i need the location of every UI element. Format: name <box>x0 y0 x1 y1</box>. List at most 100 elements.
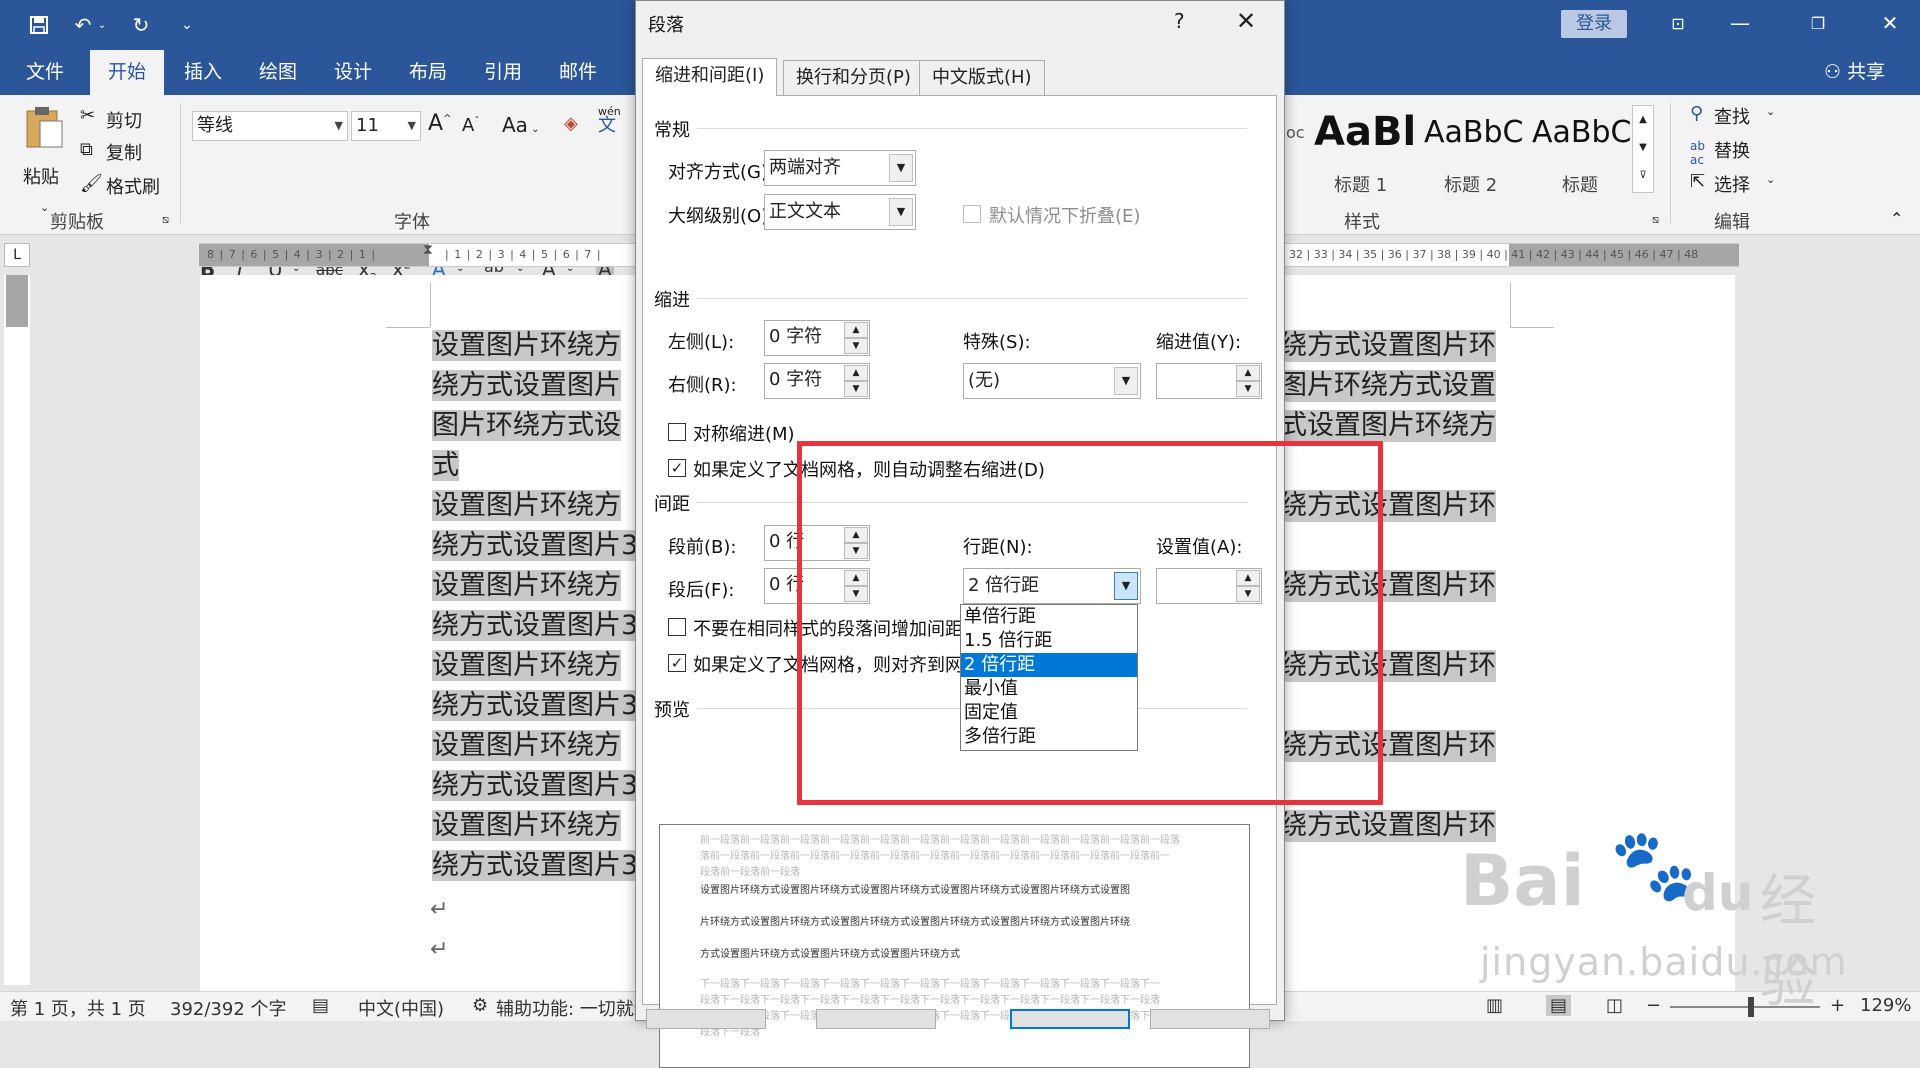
phonetic-guide-button[interactable]: wén 文 <box>598 105 621 135</box>
undo-dropdown-icon[interactable]: ⌄ <box>95 10 109 40</box>
tab-home[interactable]: 开始 <box>90 50 165 95</box>
style-heading2[interactable]: AaBbC 标题 2 <box>1420 109 1530 196</box>
tab-asian-typography[interactable]: 中文版式(H) <box>919 60 1045 96</box>
tab-indents-spacing[interactable]: 缩进和间距(I) <box>642 58 778 96</box>
scroll-down-icon[interactable]: ▼ <box>1633 134 1653 162</box>
spin-down-icon[interactable]: ▼ <box>844 338 868 354</box>
restore-icon[interactable]: ❐ <box>1788 0 1848 46</box>
paste-button[interactable]: 粘贴 <box>18 105 68 195</box>
document-line[interactable]: 绕方式设置图片3 <box>432 850 639 882</box>
page-count[interactable]: 第 1 页，共 1 页 <box>10 995 146 1021</box>
collapse-checkbox[interactable] <box>963 205 981 223</box>
document-line[interactable]: 图片环绕方式设 <box>432 410 621 442</box>
more-styles-icon[interactable]: ⊽ <box>1633 162 1653 190</box>
spin-down-icon[interactable]: ▼ <box>844 381 868 397</box>
outline-level-select[interactable]: 正文文本 ▼ <box>764 194 916 230</box>
change-case-button[interactable]: Aa ⌄ <box>502 113 540 137</box>
font-size-combo[interactable]: 11 ▼ <box>351 111 421 141</box>
document-line[interactable]: 设置图片环绕方 <box>432 570 621 602</box>
accessibility-status[interactable]: 辅助功能: 一切就绪 <box>496 995 636 1021</box>
spin-up-icon[interactable]: ▲ <box>844 365 868 381</box>
special-select[interactable]: (无) ▼ <box>963 363 1141 399</box>
ruler-marks-far-right: 32 | 33 | 34 | 35 | 36 | 37 | 38 | 39 | … <box>1289 248 1699 261</box>
style-heading1[interactable]: AaBl 标题 1 <box>1310 109 1416 196</box>
tab-insert[interactable]: 插入 <box>166 50 240 95</box>
document-line[interactable]: 设置图片环绕方 <box>432 810 621 842</box>
document-line[interactable]: 绕方式设置图片3 <box>432 690 639 722</box>
tab-selector[interactable]: L <box>4 243 30 267</box>
indent-by-input[interactable]: ▲ ▼ <box>1156 363 1262 399</box>
ribbon-display-icon[interactable]: ⊡ <box>1648 0 1708 46</box>
zoom-level[interactable]: 129% <box>1860 995 1911 1016</box>
zoom-slider-thumb[interactable] <box>1748 997 1754 1017</box>
vertical-ruler[interactable] <box>4 275 30 985</box>
read-mode-icon[interactable]: ▥ <box>1486 995 1503 1016</box>
document-line[interactable]: 绕方式设置图片 <box>432 370 621 402</box>
document-line[interactable]: 设置图片环绕方 <box>432 490 621 522</box>
grow-font-button[interactable]: A^ <box>428 111 451 136</box>
alignment-select[interactable]: 两端对齐 ▼ <box>764 150 916 186</box>
document-line[interactable]: 式 <box>432 450 459 482</box>
document-line-right[interactable]: 图片环绕方式设置 <box>1280 370 1496 402</box>
document-line[interactable]: 绕方式设置图片3 <box>432 770 639 802</box>
ruler-marks-right: | 1 | 2 | 3 | 4 | 5 | 6 | 7 | <box>445 248 602 261</box>
share-button[interactable]: ⚇ 共享 <box>1806 50 1903 95</box>
tab-line-page-breaks[interactable]: 换行和分页(P) <box>783 60 924 96</box>
proofing-icon[interactable]: ▤ <box>312 995 329 1016</box>
help-button[interactable]: ? <box>1174 9 1185 33</box>
document-line[interactable]: 设置图片环绕方 <box>432 650 621 682</box>
web-layout-icon[interactable]: ◫ <box>1606 995 1623 1016</box>
document-line[interactable]: 绕方式设置图片3 <box>432 530 639 562</box>
style-title[interactable]: AaBbC 标题 <box>1528 109 1638 196</box>
spin-up-icon[interactable]: ▲ <box>844 322 868 338</box>
word-count[interactable]: 392/392 个字 <box>170 995 287 1021</box>
indent-left-input[interactable]: 0 字符 ▲ ▼ <box>764 320 870 356</box>
styles-scroll[interactable]: ▲ ▼ ⊽ <box>1632 105 1654 193</box>
default-button[interactable] <box>816 1009 936 1029</box>
tab-draw[interactable]: 绘图 <box>241 50 315 95</box>
copy-label: 复制 <box>106 143 142 164</box>
no-space-checkbox[interactable] <box>668 618 686 636</box>
undo-icon[interactable]: ↶ <box>68 10 98 40</box>
close-icon[interactable]: ✕ <box>1236 7 1256 35</box>
document-line-right[interactable]: 绕方式设置图片环 <box>1280 330 1496 362</box>
scroll-up-icon[interactable]: ▲ <box>1633 106 1653 134</box>
font-name-combo[interactable]: 等线 ▼ <box>192 111 348 141</box>
print-layout-icon[interactable]: ▤ <box>1546 995 1572 1016</box>
clear-format-icon[interactable]: ◈ <box>564 113 578 134</box>
tab-file[interactable]: 文件 <box>8 50 82 95</box>
document-line[interactable]: 设置图片环绕方 <box>432 730 621 762</box>
clipboard-launcher-icon[interactable]: ⧅ <box>162 213 169 227</box>
close-window-icon[interactable]: ✕ <box>1860 0 1920 46</box>
collapse-ribbon-icon[interactable]: ⌃ <box>1890 209 1903 228</box>
paste-dropdown-icon[interactable]: ⌄ <box>40 201 49 214</box>
indent-right-input[interactable]: 0 字符 ▲ ▼ <box>764 363 870 399</box>
customize-qat-icon[interactable]: ⌄ <box>172 10 202 40</box>
shrink-font-button[interactable]: Aˇ <box>462 115 479 136</box>
tab-design[interactable]: 设计 <box>316 50 390 95</box>
grow-font-label: A <box>428 111 444 136</box>
login-button[interactable]: 登录 <box>1561 10 1627 38</box>
accessibility-icon[interactable]: ⚙ <box>472 995 488 1016</box>
save-icon[interactable] <box>24 10 54 40</box>
spin-down-icon[interactable]: ▼ <box>1236 381 1260 397</box>
tab-references[interactable]: 引用 <box>466 50 540 95</box>
language-status[interactable]: 中文(中国) <box>358 995 444 1021</box>
minimize-icon[interactable]: — <box>1710 0 1770 46</box>
auto-indent-checkbox[interactable]: ✓ <box>668 459 686 477</box>
tabs-button[interactable] <box>646 1009 766 1029</box>
redo-icon[interactable]: ↻ <box>126 10 156 40</box>
styles-launcher-icon[interactable]: ⧅ <box>1652 213 1659 227</box>
ok-button[interactable] <box>1010 1009 1130 1029</box>
cancel-button[interactable] <box>1150 1009 1270 1029</box>
tab-mailings[interactable]: 邮件 <box>541 50 615 95</box>
snap-grid-checkbox[interactable]: ✓ <box>668 654 686 672</box>
document-line[interactable]: 设置图片环绕方 <box>432 330 621 362</box>
mirror-indent-checkbox[interactable] <box>668 423 686 441</box>
spin-up-icon[interactable]: ▲ <box>1236 365 1260 381</box>
document-line[interactable]: 绕方式设置图片3 <box>432 610 639 642</box>
tab-layout[interactable]: 布局 <box>391 50 465 95</box>
indent-marker-icon[interactable]: ⧗ <box>423 242 433 258</box>
document-line-right[interactable]: 式设置图片环绕方 <box>1280 410 1496 442</box>
zoom-out-icon[interactable]: − <box>1646 995 1661 1016</box>
